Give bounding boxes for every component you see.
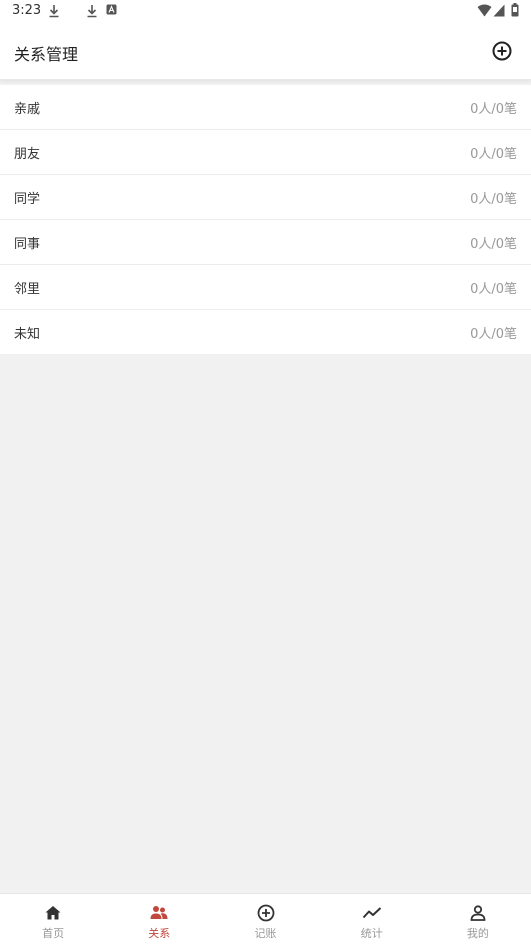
- tab-label: 关系: [148, 927, 171, 940]
- relation-item-neighbors[interactable]: 邻里 0人/0笔: [0, 265, 531, 310]
- relation-name: 亲戚: [14, 102, 41, 117]
- tab-bookkeeping[interactable]: 记账: [212, 894, 318, 945]
- app-header: 关系管理: [0, 22, 531, 80]
- add-relation-button[interactable]: [490, 39, 514, 63]
- relation-count: 0人/0笔: [470, 237, 517, 252]
- tab-home[interactable]: 首页: [0, 894, 106, 945]
- relation-count: 0人/0笔: [470, 282, 517, 297]
- user-icon: [470, 905, 486, 921]
- download-icon: [49, 5, 59, 18]
- trend-icon: [362, 907, 381, 919]
- relation-name: 同学: [14, 192, 41, 207]
- tab-label: 记账: [254, 927, 277, 940]
- relation-count: 0人/0笔: [470, 192, 517, 207]
- notification-icon: [106, 4, 117, 15]
- tab-relations[interactable]: 关系: [106, 894, 212, 945]
- relation-item-friends[interactable]: 朋友 0人/0笔: [0, 130, 531, 175]
- tab-label: 我的: [466, 927, 489, 940]
- signal-icon: [493, 4, 505, 17]
- page-title: 关系管理: [14, 45, 79, 64]
- relation-name: 邻里: [14, 282, 41, 297]
- relation-name: 同事: [14, 237, 41, 252]
- relation-item-classmates[interactable]: 同学 0人/0笔: [0, 175, 531, 220]
- wifi-icon: [477, 4, 492, 17]
- bottom-tab-bar: 首页 关系 记账 统计 我的: [0, 893, 531, 945]
- tab-label: 统计: [360, 927, 383, 940]
- people-icon: [150, 906, 168, 919]
- tab-profile[interactable]: 我的: [425, 894, 531, 945]
- relation-count: 0人/0笔: [470, 102, 517, 117]
- tab-statistics[interactable]: 统计: [319, 894, 425, 945]
- relation-name: 朋友: [14, 147, 41, 162]
- relation-count: 0人/0笔: [470, 327, 517, 342]
- status-bar: 3:23: [0, 0, 531, 22]
- relation-item-unknown[interactable]: 未知 0人/0笔: [0, 310, 531, 354]
- relation-list: 亲戚 0人/0笔 朋友 0人/0笔 同学 0人/0笔 同事 0人/0笔 邻里 0…: [0, 85, 531, 354]
- relation-item-colleagues[interactable]: 同事 0人/0笔: [0, 220, 531, 265]
- add-circle-icon: [257, 904, 274, 922]
- home-icon: [45, 906, 61, 920]
- relation-item-relatives[interactable]: 亲戚 0人/0笔: [0, 85, 531, 130]
- tab-label: 首页: [42, 927, 65, 940]
- battery-icon: [511, 3, 519, 17]
- download-icon: [87, 5, 97, 18]
- status-time: 3:23: [12, 3, 42, 18]
- relation-name: 未知: [14, 327, 41, 342]
- relation-count: 0人/0笔: [470, 147, 517, 162]
